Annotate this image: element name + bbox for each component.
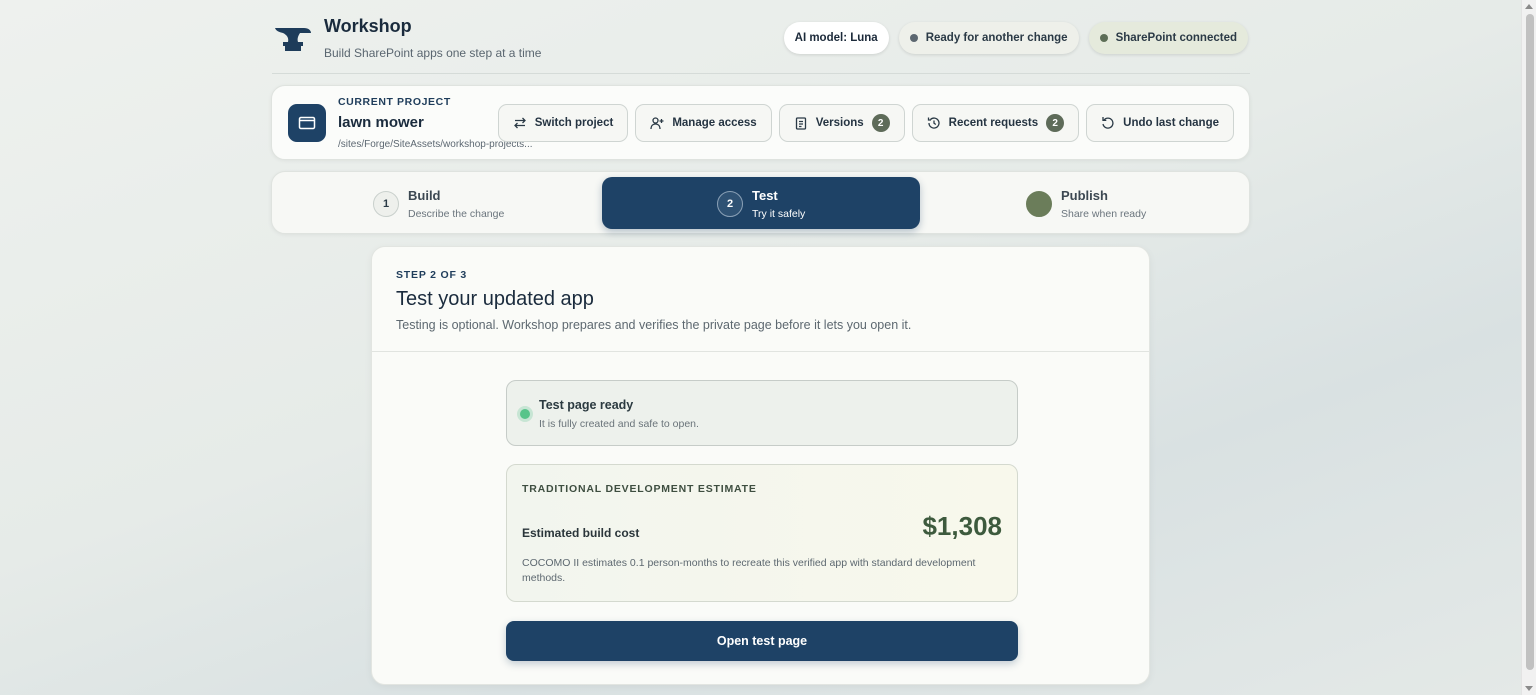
ready-status-dot-icon: [520, 409, 530, 419]
page-scrollbar[interactable]: [1521, 0, 1536, 695]
estimate-label: Estimated build cost: [522, 526, 640, 540]
step-build-subtitle: Describe the change: [408, 208, 505, 220]
switch-project-label: Switch project: [534, 117, 614, 129]
step-publish-title: Publish: [1061, 188, 1108, 203]
ai-model-label: AI model: Luna: [794, 32, 878, 44]
test-step-panel: STEP 2 OF 3 Test your updated app Testin…: [371, 246, 1150, 685]
status-pill: Ready for another change: [898, 22, 1079, 54]
test-page-ready-status: Test page ready It is fully created and …: [506, 380, 1018, 446]
step-publish-subtitle: Share when ready: [1061, 208, 1147, 220]
connection-dot-icon: [1099, 34, 1108, 42]
step-publish[interactable]: Publish Share when ready: [920, 177, 1238, 229]
step-test-subtitle: Try it safely: [752, 208, 806, 220]
app-subtitle: Build SharePoint apps one step at a time: [324, 46, 542, 60]
connection-pill: SharePoint connected: [1088, 22, 1248, 54]
versions-button[interactable]: Versions 2: [778, 104, 905, 142]
estimate-note: COCOMO II estimates 0.1 person-months to…: [522, 557, 976, 584]
app-title: Workshop: [324, 16, 412, 36]
step-test[interactable]: 2 Test Try it safely: [602, 177, 920, 229]
status-label: Ready for another change: [925, 32, 1068, 44]
anvil-icon: [275, 28, 311, 51]
estimate-kicker: TRADITIONAL DEVELOPMENT ESTIMATE: [522, 483, 757, 495]
connection-label: SharePoint connected: [1115, 32, 1237, 44]
divider: [372, 351, 1149, 352]
history-icon: [927, 117, 940, 129]
switch-project-button[interactable]: Switch project: [497, 104, 629, 142]
project-name: lawn mower: [338, 114, 424, 131]
step-publish-indicator: [1026, 191, 1052, 217]
recent-requests-label: Recent requests: [948, 117, 1039, 129]
status-dot-icon: [909, 34, 918, 42]
undo-last-change-button[interactable]: Undo last change: [1086, 104, 1234, 142]
current-project-card: CURRENT PROJECT lawn mower /sites/Forge/…: [271, 85, 1250, 160]
swap-arrows-icon: [513, 117, 526, 129]
step-build[interactable]: 1 Build Describe the change: [284, 177, 602, 229]
scrollbar-thumb[interactable]: [1526, 14, 1534, 670]
workflow-stepper: 1 Build Describe the change 2 Test Try i…: [271, 171, 1250, 234]
status-pills: AI model: Luna Ready for another change …: [783, 22, 1248, 54]
project-kicker: CURRENT PROJECT: [338, 96, 451, 108]
manage-access-button[interactable]: Manage access: [635, 104, 772, 142]
ai-model-pill[interactable]: AI model: Luna: [783, 22, 889, 54]
scroll-up-arrow-icon[interactable]: [1525, 4, 1533, 9]
step-build-number: 1: [373, 191, 399, 217]
open-test-page-button[interactable]: Open test page: [506, 621, 1018, 661]
versions-label: Versions: [815, 117, 864, 129]
step-build-title: Build: [408, 188, 441, 203]
add-user-icon: [650, 117, 664, 130]
clipboard-icon: [795, 117, 806, 130]
folder-icon: [288, 104, 326, 142]
undo-icon: [1102, 117, 1114, 129]
versions-count-badge: 2: [871, 114, 890, 132]
recent-requests-count-badge: 2: [1046, 114, 1065, 132]
project-actions: Switch project Manage access Versions 2: [497, 104, 1234, 142]
ready-status-subtitle: It is fully created and safe to open.: [539, 418, 699, 430]
recent-requests-button[interactable]: Recent requests 2: [911, 104, 1080, 142]
ready-status-title: Test page ready: [539, 398, 634, 412]
step-kicker: STEP 2 OF 3: [396, 269, 468, 281]
undo-last-change-label: Undo last change: [1123, 117, 1219, 129]
step-test-number: 2: [717, 191, 743, 217]
manage-access-label: Manage access: [672, 117, 757, 129]
estimate-value: $1,308: [922, 511, 1002, 541]
page-description: Testing is optional. Workshop prepares a…: [396, 318, 912, 332]
cost-estimate-card: TRADITIONAL DEVELOPMENT ESTIMATE Estimat…: [506, 464, 1018, 602]
app-header: Workshop Build SharePoint apps one step …: [272, 14, 1250, 74]
page-title: Test your updated app: [396, 288, 594, 310]
step-test-title: Test: [752, 188, 778, 203]
scroll-down-arrow-icon[interactable]: [1525, 686, 1533, 691]
